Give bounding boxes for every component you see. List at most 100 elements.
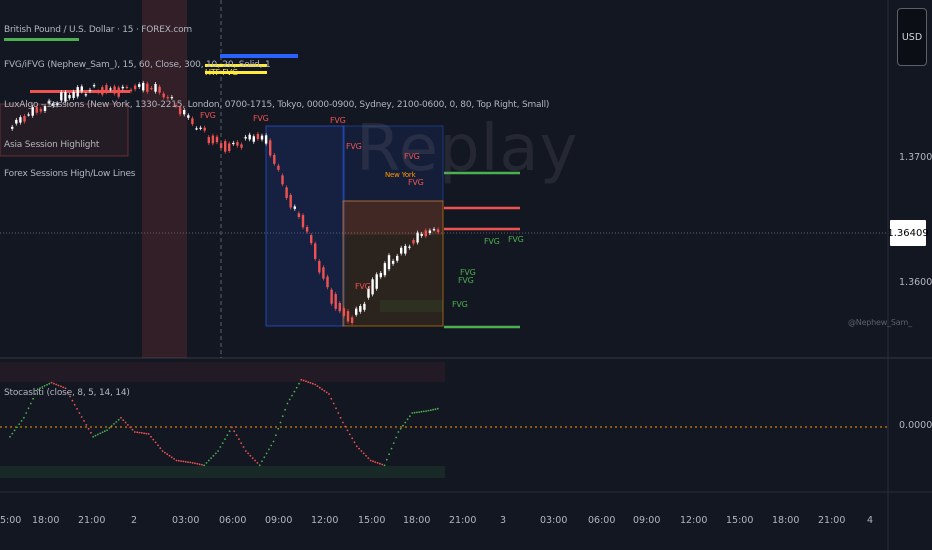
- oscillator-point: [395, 436, 397, 439]
- oscillator-point: [244, 450, 247, 452]
- oscillator-point: [175, 459, 178, 462]
- oscillator-point: [279, 421, 282, 424]
- oscillator-point: [168, 454, 171, 457]
- oscillator-point: [180, 460, 183, 462]
- oscillator-point: [96, 433, 99, 436]
- oscillator-point: [413, 411, 416, 414]
- oscillator-point: [233, 430, 236, 433]
- oscillator-point: [85, 424, 88, 426]
- oscillator-point: [411, 412, 414, 414]
- oscillator-point: [344, 425, 347, 428]
- oscillator-point: [374, 461, 377, 463]
- oscillator-point: [201, 463, 203, 466]
- time-tick: 03:00: [540, 515, 568, 526]
- oscillator-point: [127, 424, 129, 426]
- oscillator-label[interactable]: Stocashti (close, 8, 5, 14, 14): [4, 388, 130, 398]
- oscillator-point: [416, 411, 418, 414]
- time-tick: 06:00: [219, 515, 247, 526]
- oscillator-point: [369, 459, 372, 462]
- oscillator-point: [133, 431, 136, 433]
- oscillator-point: [337, 412, 340, 414]
- oscillator-point: [212, 454, 215, 457]
- time-tick: 4: [867, 515, 874, 526]
- oscillator-point: [53, 382, 55, 385]
- oscillator-point: [140, 432, 143, 434]
- oscillator-point: [376, 462, 379, 464]
- oscillator-point: [295, 386, 298, 389]
- oscillator-point: [122, 419, 125, 421]
- oscillator-point: [355, 445, 358, 448]
- time-tick: 06:00: [588, 515, 616, 526]
- oscillator-point: [173, 458, 176, 460]
- oscillator-point: [307, 381, 310, 383]
- fvg-mark: FVG: [330, 116, 346, 125]
- oscillator-point: [432, 408, 434, 411]
- oscillator-point: [203, 464, 206, 467]
- oscillator-point: [256, 462, 259, 464]
- time-tick: 3: [500, 515, 507, 526]
- oscillator-point: [390, 447, 393, 450]
- fvg-mark: FVG: [200, 111, 216, 120]
- oscillator-point: [131, 428, 134, 431]
- time-tick: 21:00: [818, 515, 846, 526]
- oscillator-point: [242, 446, 245, 448]
- oscillator-point: [362, 452, 365, 455]
- oscillator-point: [288, 398, 291, 401]
- current-price-badge: 1.36409: [887, 220, 929, 246]
- oscillator-point: [261, 460, 263, 463]
- oscillator-point: [57, 384, 60, 387]
- oscillator-point: [235, 434, 238, 437]
- oscillator-point: [205, 462, 208, 464]
- currency-label: USD: [901, 31, 923, 43]
- oscillator-point: [11, 432, 14, 435]
- currency-selector[interactable]: USD: [897, 8, 927, 66]
- symbol-title[interactable]: British Pound / U.S. Dollar · 15 · FOREX…: [4, 25, 192, 35]
- oscillator-point: [196, 462, 199, 465]
- oscillator-point: [286, 402, 289, 405]
- oscillator-point: [353, 441, 356, 444]
- oscillator-point: [425, 410, 427, 412]
- fvg-mark: FVG: [508, 235, 524, 244]
- oscillator-point: [20, 420, 23, 422]
- oscillator-point: [161, 450, 164, 452]
- oscillator-point: [18, 423, 21, 425]
- asia-indicator-label[interactable]: Asia Session Highlight: [4, 140, 99, 150]
- sessions-indicator-label[interactable]: LuxAlgo - Sessions (New York, 1330-2215,…: [4, 100, 549, 110]
- oscillator-point: [300, 378, 303, 381]
- oscillator-point: [427, 409, 430, 412]
- oscillator-point: [422, 410, 425, 413]
- fvg-mark: FVG: [253, 114, 269, 123]
- oscillator-point: [94, 434, 97, 437]
- oscillator-point: [434, 408, 437, 411]
- oscillator-point: [409, 415, 411, 418]
- osc-overbought-band: [0, 362, 445, 382]
- oscillator-point: [99, 432, 102, 435]
- oscillator-point: [214, 452, 217, 455]
- oscillator-point: [184, 460, 187, 463]
- forex-indicator-label[interactable]: Forex Sessions High/Low Lines: [4, 169, 135, 179]
- oscillator-point: [25, 412, 28, 414]
- oscillator-point: [420, 410, 423, 413]
- fvg-box-2: [380, 300, 443, 312]
- oscillator-point: [87, 427, 90, 430]
- oscillator-point: [143, 432, 146, 435]
- oscillator-point: [182, 460, 185, 463]
- oscillator-point: [323, 389, 326, 392]
- fvg-mark: FVG: [346, 142, 362, 151]
- oscillator-point: [335, 407, 337, 410]
- time-tick: 09:00: [265, 515, 293, 526]
- oscillator-point: [48, 382, 51, 385]
- oscillator-point: [55, 383, 58, 386]
- price-tick: 1.36000: [899, 277, 932, 288]
- asia-session-band: [142, 0, 187, 358]
- session-tag: New York: [385, 171, 416, 179]
- oscillator-point: [231, 426, 233, 429]
- oscillator-point: [78, 412, 81, 414]
- price-tick: 1.37000: [899, 152, 932, 163]
- oscillator-point: [302, 379, 305, 382]
- fvg-mark: FVG: [404, 152, 420, 161]
- oscillator-point: [404, 421, 407, 424]
- oscillator-point: [217, 450, 220, 452]
- oscillator-point: [154, 441, 157, 444]
- oscillator-point: [83, 420, 85, 422]
